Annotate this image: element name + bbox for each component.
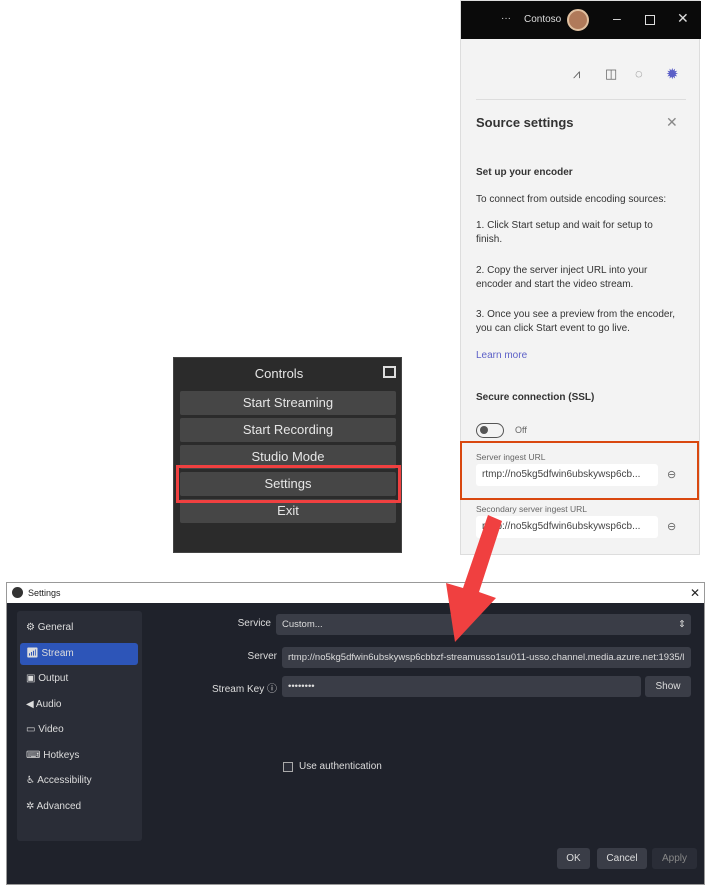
annotation-arrow (446, 515, 502, 642)
red-arrow-shape (446, 515, 502, 642)
